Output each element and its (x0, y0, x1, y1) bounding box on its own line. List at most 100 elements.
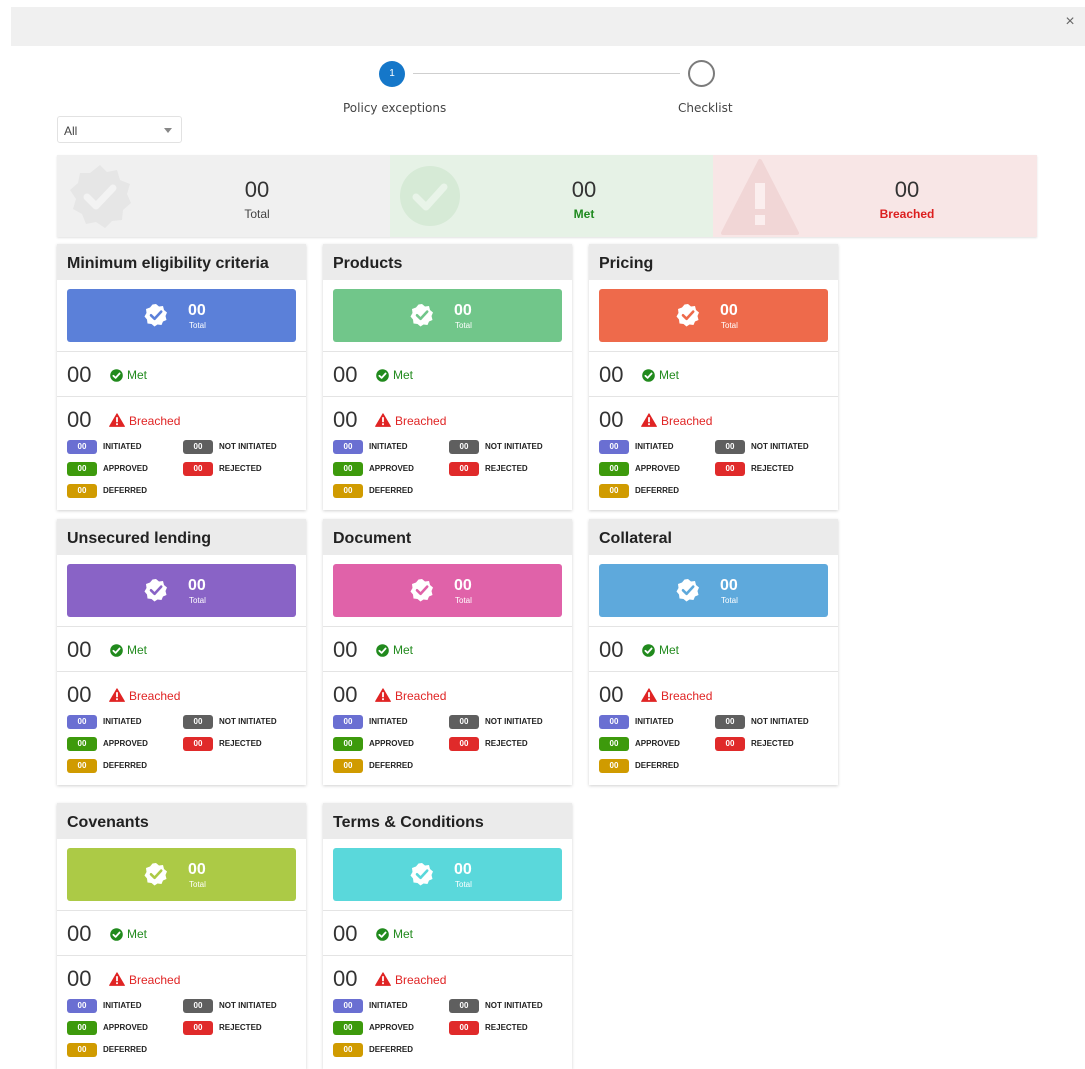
rejected-count-badge[interactable]: 00 (449, 462, 479, 476)
not-initiated-label: NOT INITIATED (485, 717, 543, 726)
card-met-row[interactable]: 00 Met (589, 351, 838, 396)
check-circle-icon (110, 928, 123, 946)
deferred-label: DEFERRED (635, 761, 680, 770)
category-card[interactable]: Terms & Conditions 00 Total 00 Met 00 Breached… (323, 803, 572, 1069)
rejected-count-badge[interactable]: 00 (449, 1021, 479, 1035)
not-initiated-count-badge[interactable]: 00 (183, 999, 213, 1013)
initiated-count-badge[interactable]: 00 (333, 999, 363, 1013)
not-initiated-count-badge[interactable]: 00 (715, 440, 745, 454)
deferred-count-badge[interactable]: 00 (599, 484, 629, 498)
card-met-row[interactable]: 00 Met (323, 351, 572, 396)
approved-count-badge[interactable]: 00 (67, 737, 97, 751)
not-initiated-count-badge[interactable]: 00 (449, 440, 479, 454)
badge-check-icon (676, 578, 700, 607)
rejected-count-badge[interactable]: 00 (715, 737, 745, 751)
card-breached-row[interactable]: 00 Breached 00 INITIATED 00 NOT INITIATED 00 AP… (57, 955, 306, 1069)
rejected-label: REJECTED (485, 464, 528, 473)
card-total-banner[interactable]: 00 Total (599, 564, 828, 617)
deferred-count-badge[interactable]: 00 (599, 759, 629, 773)
card-title: Minimum eligibility criteria (57, 244, 306, 280)
initiated-label: INITIATED (369, 1001, 408, 1010)
card-met-label: Met (127, 643, 148, 657)
rejected-count-badge[interactable]: 00 (183, 462, 213, 476)
card-total-banner[interactable]: 00 Total (333, 564, 562, 617)
deferred-count-badge[interactable]: 00 (67, 484, 97, 498)
rejected-count-badge[interactable]: 00 (715, 462, 745, 476)
not-initiated-count-badge[interactable]: 00 (449, 999, 479, 1013)
summary-total: 00 Total (57, 155, 390, 237)
card-total-label: Total (455, 880, 472, 889)
card-met-label: Met (393, 927, 414, 941)
not-initiated-label: NOT INITIATED (751, 442, 809, 451)
card-total-banner[interactable]: 00 Total (67, 848, 296, 901)
step-1-indicator[interactable]: 1 (379, 61, 405, 87)
category-card[interactable]: Unsecured lending 00 Total 00 Met 00 Breached 0… (57, 519, 306, 785)
step-1-label[interactable]: Policy exceptions (343, 101, 446, 115)
approved-count-badge[interactable]: 00 (67, 462, 97, 476)
card-total-banner[interactable]: 00 Total (333, 289, 562, 342)
initiated-count-badge[interactable]: 00 (599, 440, 629, 454)
deferred-label: DEFERRED (103, 761, 148, 770)
card-breached-label: Breached (129, 689, 181, 703)
filter-select[interactable]: All (57, 116, 182, 143)
initiated-count-badge[interactable]: 00 (599, 715, 629, 729)
card-breached-row[interactable]: 00 Breached 00 INITIATED 00 NOT INITIATED 00 AP… (57, 396, 306, 510)
card-met-row[interactable]: 00 Met (589, 626, 838, 671)
card-breached-row[interactable]: 00 Breached 00 INITIATED 00 NOT INITIATED 00 AP… (323, 396, 572, 510)
card-total-banner[interactable]: 00 Total (67, 289, 296, 342)
check-circle-icon (642, 644, 655, 662)
approved-count-badge[interactable]: 00 (333, 1021, 363, 1035)
card-breached-count: 00 (333, 407, 358, 432)
card-met-row[interactable]: 00 Met (323, 910, 572, 955)
category-card[interactable]: Minimum eligibility criteria 00 Total 00 Met… (57, 244, 306, 510)
card-met-row[interactable]: 00 Met (57, 351, 306, 396)
rejected-count-badge[interactable]: 00 (449, 737, 479, 751)
not-initiated-count-badge[interactable]: 00 (449, 715, 479, 729)
category-card[interactable]: Pricing 00 Total 00 Met 00 Breached 00 INITIATED… (589, 244, 838, 510)
rejected-count-badge[interactable]: 00 (183, 1021, 213, 1035)
rejected-count-badge[interactable]: 00 (183, 737, 213, 751)
step-2-label[interactable]: Checklist (678, 101, 733, 115)
initiated-count-badge[interactable]: 00 (333, 440, 363, 454)
card-met-row[interactable]: 00 Met (57, 910, 306, 955)
card-met-row[interactable]: 00 Met (323, 626, 572, 671)
approved-count-badge[interactable]: 00 (67, 1021, 97, 1035)
close-icon[interactable]: × (1062, 12, 1078, 32)
category-card[interactable]: Collateral 00 Total 00 Met 00 Breached 00 INITIA… (589, 519, 838, 785)
card-breached-row[interactable]: 00 Breached 00 INITIATED 00 NOT INITIATED 00 AP… (589, 396, 838, 510)
card-breached-row[interactable]: 00 Breached 00 INITIATED 00 NOT INITIATED 00 AP… (323, 955, 572, 1069)
category-card[interactable]: Products 00 Total 00 Met 00 Breached 00 INITIATE… (323, 244, 572, 510)
not-initiated-label: NOT INITIATED (219, 442, 277, 451)
card-total-banner[interactable]: 00 Total (333, 848, 562, 901)
initiated-count-badge[interactable]: 00 (67, 715, 97, 729)
approved-count-badge[interactable]: 00 (599, 737, 629, 751)
category-card[interactable]: Covenants 00 Total 00 Met 00 Breached 00 INITIAT… (57, 803, 306, 1069)
card-breached-row[interactable]: 00 Breached 00 INITIATED 00 NOT INITIATED 00 AP… (57, 671, 306, 785)
initiated-count-badge[interactable]: 00 (333, 715, 363, 729)
badge-check-icon (410, 303, 434, 332)
card-total-label: Total (189, 321, 206, 330)
not-initiated-count-badge[interactable]: 00 (715, 715, 745, 729)
initiated-count-badge[interactable]: 00 (67, 999, 97, 1013)
card-total-banner[interactable]: 00 Total (599, 289, 828, 342)
modal-header-bar (11, 7, 1085, 46)
deferred-count-badge[interactable]: 00 (67, 1043, 97, 1057)
approved-count-badge[interactable]: 00 (599, 462, 629, 476)
not-initiated-count-badge[interactable]: 00 (183, 440, 213, 454)
card-met-count: 00 (599, 362, 624, 387)
step-2-indicator[interactable] (688, 60, 715, 87)
stepper-connector (413, 73, 680, 74)
deferred-count-badge[interactable]: 00 (333, 759, 363, 773)
card-met-row[interactable]: 00 Met (57, 626, 306, 671)
approved-count-badge[interactable]: 00 (333, 462, 363, 476)
deferred-count-badge[interactable]: 00 (67, 759, 97, 773)
card-breached-row[interactable]: 00 Breached 00 INITIATED 00 NOT INITIATED 00 AP… (589, 671, 838, 785)
approved-count-badge[interactable]: 00 (333, 737, 363, 751)
card-breached-row[interactable]: 00 Breached 00 INITIATED 00 NOT INITIATED 00 AP… (323, 671, 572, 785)
card-total-banner[interactable]: 00 Total (67, 564, 296, 617)
category-card[interactable]: Document 00 Total 00 Met 00 Breached 00 INITIATE… (323, 519, 572, 785)
deferred-count-badge[interactable]: 00 (333, 484, 363, 498)
deferred-count-badge[interactable]: 00 (333, 1043, 363, 1057)
initiated-count-badge[interactable]: 00 (67, 440, 97, 454)
not-initiated-count-badge[interactable]: 00 (183, 715, 213, 729)
